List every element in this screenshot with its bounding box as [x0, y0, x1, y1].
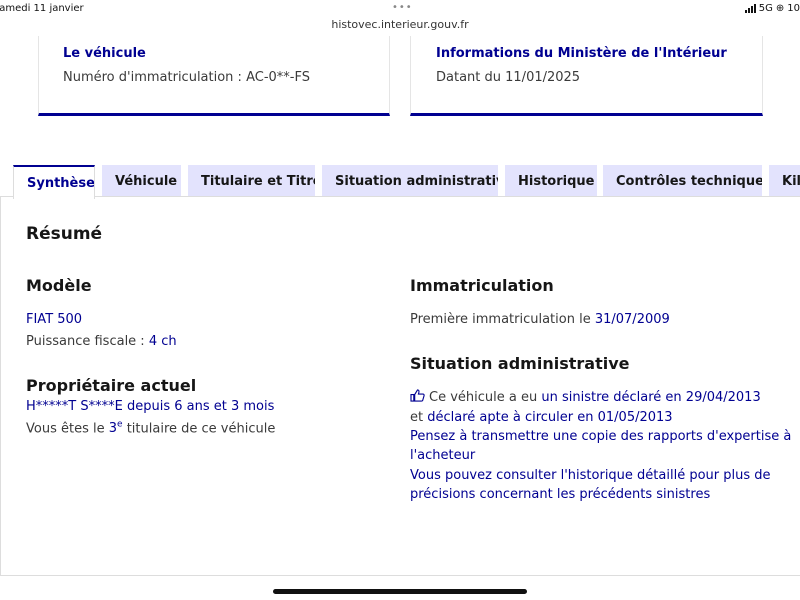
address-bar-url[interactable]: histovec.interieur.gouv.fr [0, 18, 800, 31]
registration-number: Numéro d'immatriculation : AC-0**-FS [63, 70, 365, 85]
owner-rank-num: 3 [108, 421, 118, 437]
first-registration: Première immatriculation le 31/07/2009 [410, 310, 670, 330]
vehicle-card-title: Le véhicule [63, 46, 146, 61]
admin-line-3: Pensez à transmettre une copie des rappo… [410, 429, 792, 444]
model-heading: Modèle [26, 276, 92, 295]
tab-situation-administrative[interactable]: Situation administrative [322, 165, 498, 197]
summary-title: Résumé [26, 224, 103, 244]
owner-rank-sup: e [117, 420, 123, 430]
thumbs-up-icon [410, 389, 425, 402]
battery-level: 10 [787, 3, 800, 14]
status-bar: samedi 11 janvier ••• 5G ⊕ 10 histovec.i… [0, 0, 800, 36]
tab-vehicule[interactable]: Véhicule [102, 165, 181, 197]
ministry-card-title: Informations du Ministère de l'Intérieur [436, 46, 727, 61]
admin-line-4: l'acheteur [410, 448, 476, 463]
tab-titulaire-et-titre[interactable]: Titulaire et Titre [188, 165, 315, 197]
vehicle-card: Le véhicule Numéro d'immatriculation : A… [38, 36, 390, 116]
owner-rank-prefix: Vous êtes le [26, 421, 105, 437]
rotation-lock-icon: ⊕ [775, 3, 785, 14]
home-indicator[interactable] [273, 589, 527, 594]
ministry-card: Informations du Ministère de l'Intérieur… [410, 36, 763, 116]
browser-menu-dots[interactable]: ••• [392, 2, 413, 13]
first-registration-date: 31/07/2009 [594, 312, 670, 327]
tab-controles-techniques[interactable]: Contrôles techniques [603, 165, 762, 197]
network-label: 5G [758, 3, 773, 14]
admin-line-6: précisions concernant les précédents sin… [410, 487, 711, 502]
fiscal-power: Puissance fiscale : 4 ch [26, 332, 177, 352]
admin-line-2: et déclaré apte à circuler en 01/05/2013 [410, 408, 673, 428]
owner-rank: Vous êtes le 3e titulaire de ce véhicule [26, 416, 275, 439]
admin-line-1-prefix: Ce véhicule a eu [429, 390, 538, 405]
fiscal-power-label: Puissance fiscale : [26, 334, 145, 349]
owner-rank-number: 3e [108, 420, 123, 437]
first-registration-label: Première immatriculation le [410, 312, 591, 327]
registration-heading: Immatriculation [410, 276, 554, 295]
owner-heading: Propriétaire actuel [26, 376, 197, 395]
apte-circuler-link[interactable]: déclaré apte à circuler en 01/05/2013 [427, 410, 672, 425]
data-date-label: Datant du [436, 70, 501, 85]
owner-rank-suffix: titulaire de ce véhicule [126, 421, 276, 437]
admin-line-1: Ce véhicule a eu un sinistre déclaré en … [410, 388, 761, 408]
owner-name: H*****T S****E [26, 399, 123, 414]
registration-label: Numéro d'immatriculation : [63, 70, 242, 85]
tab-kilometrage[interactable]: Kilo [769, 165, 800, 197]
tab-synthese[interactable]: Synthèse [13, 165, 95, 199]
owner-since: depuis [126, 399, 171, 414]
status-date: samedi 11 janvier [0, 3, 84, 14]
admin-heading: Situation administrative [410, 354, 630, 373]
signal-icon [744, 4, 756, 13]
registration-value: AC-0**-FS [246, 70, 310, 85]
status-indicators: 5G ⊕ 10 [744, 3, 800, 14]
model-name: FIAT 500 [26, 312, 83, 327]
data-date-value: 11/01/2025 [505, 70, 581, 85]
admin-line-5: Vous pouvez consulter l'historique détai… [410, 468, 771, 483]
fiscal-power-value: 4 ch [148, 334, 177, 349]
sinistre-link[interactable]: un sinistre déclaré en 29/04/2013 [541, 390, 760, 405]
report-tabs: Synthèse Véhicule Titulaire et Titre Sit… [13, 165, 800, 199]
tab-historique[interactable]: Historique [505, 165, 597, 197]
owner-duration: 6 ans et 3 mois [174, 399, 275, 414]
data-date: Datant du 11/01/2025 [436, 70, 738, 85]
owner-line: H*****T S****E depuis 6 ans et 3 mois [26, 397, 274, 417]
admin-line-2-prefix: et [410, 410, 424, 425]
